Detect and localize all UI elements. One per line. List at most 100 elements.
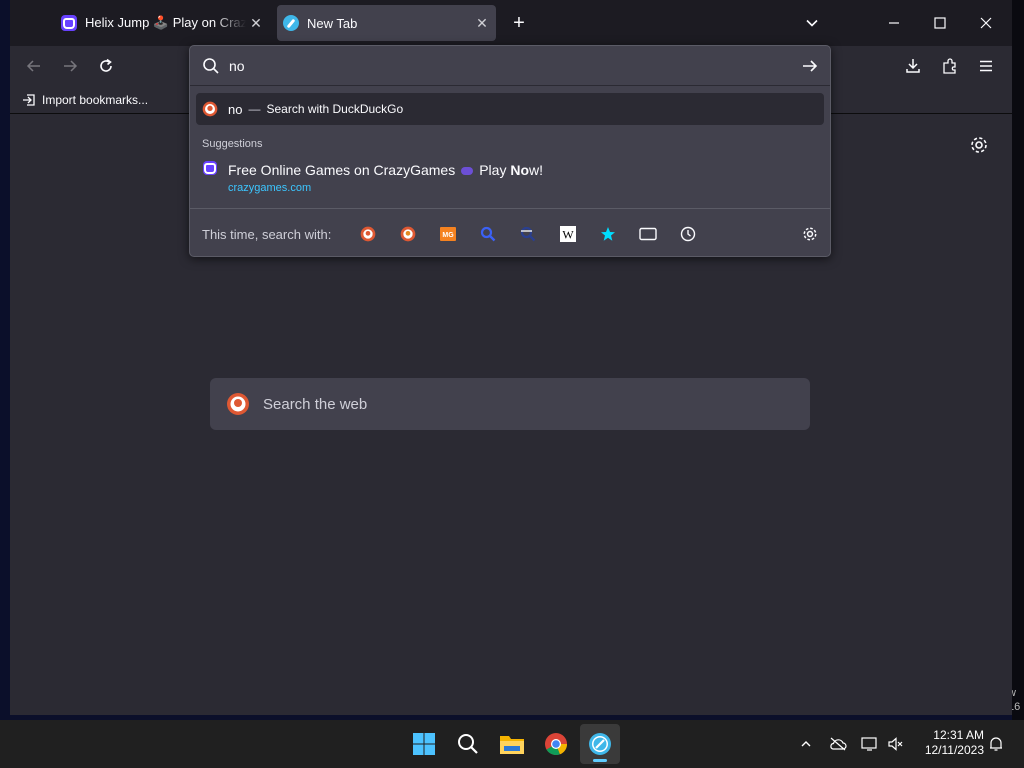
maximize-icon — [934, 17, 946, 29]
download-icon — [906, 59, 920, 73]
firefox-taskbar-button[interactable] — [580, 724, 620, 764]
minimize-button[interactable] — [872, 7, 916, 39]
mg-icon: MG — [440, 227, 456, 241]
back-arrow-icon — [26, 60, 40, 72]
heuristic-query: no — [228, 101, 243, 117]
maximize-button[interactable] — [918, 7, 962, 39]
import-bookmarks-button[interactable]: Import bookmarks... — [22, 90, 148, 110]
list-all-tabs-button[interactable] — [790, 7, 834, 39]
magnifier-icon — [480, 226, 496, 242]
downloads-button[interactable] — [899, 52, 927, 80]
engine-search-alt-button[interactable] — [518, 224, 538, 244]
tab-title: New Tab — [307, 15, 358, 31]
chevron-down-icon — [806, 19, 818, 27]
network-button[interactable] — [860, 734, 880, 754]
engine-wikipedia-button[interactable]: W — [558, 224, 578, 244]
close-window-button[interactable] — [964, 7, 1008, 39]
urlbar-input[interactable] — [229, 57, 800, 74]
history-search-button[interactable] — [678, 224, 698, 244]
taskbar: 12:31 AM 12/11/2023 — [0, 720, 1024, 768]
bell-icon — [990, 737, 1002, 751]
heuristic-action: Search with DuckDuckGo — [266, 102, 404, 116]
hamburger-icon — [980, 60, 992, 72]
tabs-search-button[interactable] — [638, 224, 658, 244]
gear-icon — [803, 227, 817, 241]
gear-icon — [971, 137, 987, 153]
duckduckgo-icon — [202, 101, 218, 117]
back-button[interactable] — [20, 52, 48, 80]
chevron-up-icon — [801, 741, 811, 747]
heuristic-separator: — — [248, 102, 261, 116]
crazygames-icon — [61, 15, 77, 31]
engine-mg-button[interactable]: MG — [438, 224, 458, 244]
chrome-icon — [545, 733, 568, 756]
minimize-icon — [889, 22, 899, 24]
cloud-off-icon — [830, 737, 847, 751]
close-icon[interactable]: ✕ — [246, 13, 266, 33]
search-engine-row: This time, search with: MG W — [190, 208, 830, 256]
new-tab-button[interactable]: + — [507, 11, 531, 35]
urlbar-input-row — [190, 46, 830, 86]
clock-icon — [680, 226, 696, 242]
suggestion-url: crazygames.com — [228, 182, 312, 194]
reload-icon — [100, 58, 112, 72]
windows-icon — [413, 733, 435, 755]
reload-button[interactable] — [92, 52, 120, 80]
engine-duckduckgo-button[interactable] — [358, 224, 378, 244]
clock-button[interactable]: 12:31 AM 12/11/2023 — [900, 728, 984, 758]
search-icon — [458, 734, 478, 754]
suggestion-row[interactable]: Free Online Games on CrazyGames Play Now!… — [196, 158, 824, 200]
suggestions-heading: Suggestions — [202, 138, 263, 150]
clock-date: 12/11/2023 — [924, 743, 984, 757]
duckduckgo-icon — [400, 226, 416, 242]
tab-new-tab[interactable]: New Tab ✕ — [277, 5, 496, 41]
close-icon[interactable]: ✕ — [472, 13, 492, 33]
firefox-icon — [283, 15, 299, 31]
tab-helix-jump[interactable]: Helix Jump 🕹️ Play on CrazyGames ✕ — [55, 5, 270, 41]
star-icon — [601, 227, 615, 241]
wikipedia-icon: W — [560, 226, 576, 242]
desktop-edge — [1012, 0, 1024, 720]
gamepad-icon — [461, 167, 474, 176]
suggestion-title: Free Online Games on CrazyGames Play Now! — [228, 162, 543, 178]
start-button[interactable] — [404, 724, 444, 764]
engine-search-button[interactable] — [478, 224, 498, 244]
extensions-button[interactable] — [936, 52, 964, 80]
forward-arrow-icon — [64, 60, 78, 72]
magnifier-icon — [520, 226, 536, 242]
tab-strip: Helix Jump 🕹️ Play on CrazyGames ✕ New T… — [10, 0, 1012, 46]
bookmarks-search-button[interactable] — [598, 224, 618, 244]
crazygames-icon — [203, 161, 217, 175]
clock-time: 12:31 AM — [933, 728, 984, 742]
tab-title: Helix Jump 🕹️ Play on CrazyGames — [85, 15, 246, 30]
file-explorer-button[interactable] — [492, 724, 532, 764]
import-icon — [23, 94, 35, 106]
menu-button[interactable] — [972, 52, 1000, 80]
engine-duckduckgo-alt-button[interactable] — [398, 224, 418, 244]
folder-icon — [500, 736, 524, 754]
duckduckgo-icon — [227, 393, 249, 415]
go-arrow-icon[interactable] — [800, 56, 820, 76]
close-icon — [980, 17, 992, 29]
import-bookmarks-label: Import bookmarks... — [42, 93, 149, 107]
duckduckgo-icon — [360, 226, 376, 242]
search-icon — [203, 57, 219, 74]
heuristic-result-row[interactable]: no — Search with DuckDuckGo — [196, 93, 824, 125]
firefox-icon — [589, 733, 611, 755]
engine-row-label: This time, search with: — [202, 227, 332, 242]
onedrive-button[interactable] — [828, 734, 848, 754]
web-search-box[interactable]: Search the web — [210, 378, 810, 430]
search-web-placeholder: Search the web — [263, 395, 368, 413]
personalize-button[interactable] — [968, 134, 990, 156]
svg-text:MG: MG — [442, 232, 454, 239]
svg-text:W: W — [562, 228, 574, 242]
urlbar-dropdown: no — Search with DuckDuckGo Suggestions … — [189, 45, 831, 257]
notifications-button[interactable] — [986, 734, 1006, 754]
puzzle-icon — [943, 58, 956, 74]
chrome-button[interactable] — [536, 724, 576, 764]
show-hidden-icons-button[interactable] — [796, 734, 816, 754]
taskbar-search-button[interactable] — [448, 724, 488, 764]
search-settings-button[interactable] — [800, 224, 820, 244]
forward-button[interactable] — [56, 52, 84, 80]
network-icon — [861, 737, 877, 751]
